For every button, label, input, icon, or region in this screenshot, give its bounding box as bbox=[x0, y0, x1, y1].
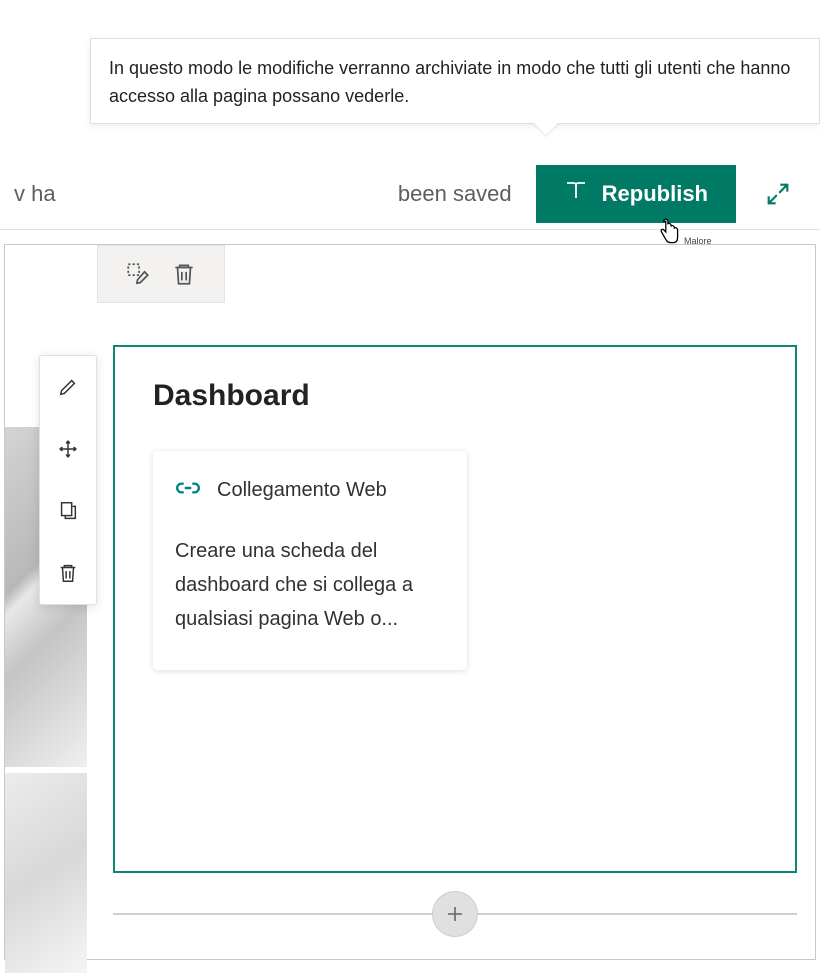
republish-tooltip: In questo modo le modifiche verranno arc… bbox=[90, 38, 820, 124]
move-icon bbox=[57, 438, 79, 460]
webpart-vertical-toolbar bbox=[39, 355, 97, 605]
status-text-fragment-1: v ha bbox=[14, 181, 56, 207]
expand-button[interactable] bbox=[750, 166, 806, 222]
webpart-duplicate-button[interactable] bbox=[40, 480, 96, 542]
card-description: Creare una scheda del dashboard che si c… bbox=[175, 534, 445, 636]
republish-label: Republish bbox=[602, 181, 708, 207]
card-header-title: Collegamento Web bbox=[217, 479, 387, 502]
trash-icon bbox=[171, 261, 197, 287]
duplicate-icon bbox=[57, 500, 79, 522]
add-section-line-left bbox=[113, 913, 432, 915]
card-header: Collegamento Web bbox=[175, 475, 445, 506]
page-toolbar: v ha been saved Republish bbox=[0, 158, 820, 230]
webpart-edit-button[interactable] bbox=[40, 356, 96, 418]
add-section-row bbox=[113, 891, 797, 937]
section-toolbar bbox=[97, 245, 225, 303]
canvas-area: Dashboard Collegamento Web Creare una sc… bbox=[4, 244, 816, 960]
select-edit-icon bbox=[125, 261, 151, 287]
dashboard-webpart[interactable]: Dashboard Collegamento Web Creare una sc… bbox=[113, 345, 797, 873]
select-edit-button[interactable] bbox=[125, 261, 151, 287]
tooltip-text: In questo modo le modifiche verranno arc… bbox=[109, 58, 790, 106]
webpart-delete-button[interactable] bbox=[40, 542, 96, 604]
dashboard-title: Dashboard bbox=[153, 379, 761, 413]
section-delete-button[interactable] bbox=[171, 261, 197, 287]
trash-icon bbox=[57, 562, 79, 584]
status-text-fragment-2: been saved bbox=[70, 181, 522, 207]
book-icon bbox=[564, 179, 588, 209]
dashboard-card[interactable]: Collegamento Web Creare una scheda del d… bbox=[153, 451, 467, 670]
add-section-line-right bbox=[478, 913, 797, 915]
pencil-icon bbox=[57, 376, 79, 398]
add-section-button[interactable] bbox=[432, 891, 478, 937]
side-thumbnail-2 bbox=[5, 773, 87, 973]
link-icon bbox=[175, 475, 201, 506]
webpart-move-button[interactable] bbox=[40, 418, 96, 480]
republish-button[interactable]: Republish bbox=[536, 165, 736, 223]
plus-icon bbox=[443, 902, 467, 926]
expand-icon bbox=[764, 180, 792, 208]
tooltip-arrow-icon bbox=[533, 122, 559, 135]
